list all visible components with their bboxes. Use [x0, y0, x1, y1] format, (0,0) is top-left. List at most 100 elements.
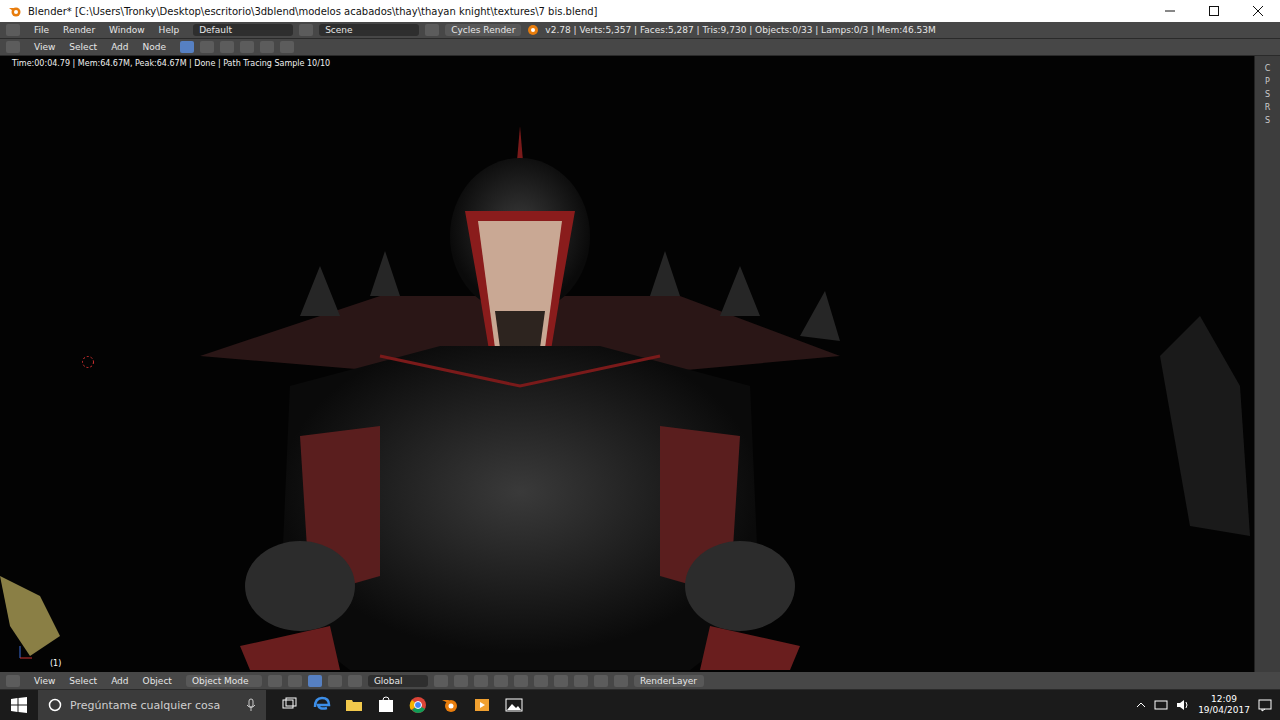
render-engine[interactable]: Cycles Render [451, 25, 515, 35]
shelf-tab[interactable]: R [1265, 103, 1271, 112]
minimize-button[interactable] [1148, 0, 1192, 22]
clock-date: 19/04/2017 [1198, 705, 1250, 716]
render-status: Time:00:04.79 | Mem:64.67M, Peak:64.67M … [12, 59, 330, 68]
maximize-icon [1192, 6, 1236, 16]
start-button[interactable] [0, 697, 38, 713]
store-icon [374, 693, 398, 717]
cortana-icon [48, 698, 62, 712]
layer-button[interactable] [534, 675, 548, 687]
title-bar: Blender* [C:\Users\Tronky\Desktop\escrit… [0, 0, 1280, 22]
search-input[interactable] [70, 699, 238, 712]
shelf-tab[interactable]: S [1265, 116, 1270, 125]
layer-button[interactable] [554, 675, 568, 687]
scene-name[interactable]: Scene [325, 25, 352, 35]
toolbar-button[interactable] [348, 675, 362, 687]
blender-logo-icon [8, 5, 22, 17]
menu-item[interactable]: Select [69, 676, 97, 686]
render-result [0, 56, 1250, 670]
taskbar-app[interactable] [278, 693, 302, 717]
add-scene-button[interactable] [425, 24, 439, 36]
menu-item[interactable]: Help [159, 25, 180, 35]
shelf-tab[interactable]: S [1265, 90, 1270, 99]
clock[interactable]: 12:0919/04/2017 [1198, 694, 1250, 716]
microphone-icon [246, 698, 256, 712]
menu-item[interactable]: Select [69, 42, 97, 52]
taskbar-app[interactable] [406, 693, 430, 717]
layer-button[interactable] [614, 675, 628, 687]
layout-name[interactable]: Default [199, 25, 232, 35]
menu-item[interactable]: Add [111, 42, 128, 52]
media-player-icon [470, 693, 494, 717]
render-layer-name[interactable]: RenderLayer [640, 676, 697, 686]
chevron-up-icon [1136, 700, 1146, 710]
shelf-tab[interactable]: P [1265, 77, 1270, 86]
maximize-button[interactable] [1192, 0, 1236, 22]
axis-icon [16, 642, 36, 662]
toolbar-button[interactable] [220, 41, 234, 53]
search-box [38, 690, 266, 720]
toolbar-button[interactable] [268, 675, 282, 687]
mode-name[interactable]: Object Mode [192, 676, 249, 686]
mode-selector[interactable]: Object Mode [186, 675, 262, 687]
taskbar-app[interactable] [310, 693, 334, 717]
taskbar-app[interactable] [470, 693, 494, 717]
taskbar-app[interactable] [342, 693, 366, 717]
orientation-name[interactable]: Global [374, 676, 403, 686]
layer-button[interactable] [454, 675, 468, 687]
info-header: File Render Window Help Default Scene Cycles R… [0, 22, 1280, 39]
menu-item[interactable]: File [34, 25, 49, 35]
toolbar-button[interactable] [280, 41, 294, 53]
view3d-menu: View Select Add Object [26, 676, 180, 686]
task-view-icon [278, 693, 302, 717]
main-menu: File Render Window Help [26, 25, 187, 35]
toolbar-button[interactable] [200, 41, 214, 53]
close-button[interactable] [1236, 0, 1280, 22]
menu-item[interactable]: Node [143, 42, 167, 52]
layer-button[interactable] [574, 675, 588, 687]
toolbar-button[interactable] [308, 675, 322, 687]
taskbar-app[interactable] [502, 693, 526, 717]
orientation-selector[interactable]: Global [368, 675, 428, 687]
menu-item[interactable]: View [34, 676, 55, 686]
layer-button[interactable] [514, 675, 528, 687]
node-editor-header: View Select Add Node [0, 39, 1280, 56]
editor-type-button[interactable] [6, 675, 20, 687]
layer-button[interactable] [434, 675, 448, 687]
window-title: Blender* [C:\Users\Tronky\Desktop\escrit… [28, 6, 1142, 17]
toolbar-button[interactable] [180, 41, 194, 53]
toolbar-button[interactable] [240, 41, 254, 53]
frame-number: (1) [50, 659, 61, 668]
shelf-tab[interactable]: C [1265, 64, 1271, 73]
menu-item[interactable]: View [34, 42, 55, 52]
layout-selector[interactable]: Default [193, 24, 293, 36]
render-layer-selector[interactable]: RenderLayer [634, 675, 704, 687]
menu-item[interactable]: Object [143, 676, 172, 686]
layer-button[interactable] [494, 675, 508, 687]
menu-item[interactable]: Add [111, 676, 128, 686]
chrome-icon [406, 693, 430, 717]
3d-view-header: View Select Add Object Object Mode Global Rend… [0, 672, 1280, 690]
add-layout-button[interactable] [299, 24, 313, 36]
edge-icon [310, 693, 334, 717]
editor-menu: View Select Add Node [26, 42, 174, 52]
menu-item[interactable]: Render [63, 25, 95, 35]
menu-item[interactable]: Window [109, 25, 145, 35]
3d-viewport[interactable]: Time:00:04.79 | Mem:64.67M, Peak:64.67M … [0, 56, 1254, 672]
clock-time: 12:09 [1211, 694, 1237, 705]
layer-button[interactable] [594, 675, 608, 687]
render-engine-selector[interactable]: Cycles Render [445, 24, 521, 36]
editor-type-button[interactable] [6, 24, 20, 36]
toolbar-button[interactable] [328, 675, 342, 687]
taskbar-app[interactable] [374, 693, 398, 717]
toolbar-button[interactable] [260, 41, 274, 53]
editor-type-button[interactable] [6, 41, 20, 53]
notifications-icon [1258, 698, 1272, 712]
toolbar-button[interactable] [288, 675, 302, 687]
taskbar-app[interactable] [438, 693, 462, 717]
window-controls [1148, 0, 1280, 22]
scene-selector[interactable]: Scene [319, 24, 419, 36]
blender-icon [527, 24, 539, 36]
properties-shelf: CPSRS [1254, 56, 1280, 672]
layer-button[interactable] [474, 675, 488, 687]
close-icon [1236, 6, 1280, 16]
